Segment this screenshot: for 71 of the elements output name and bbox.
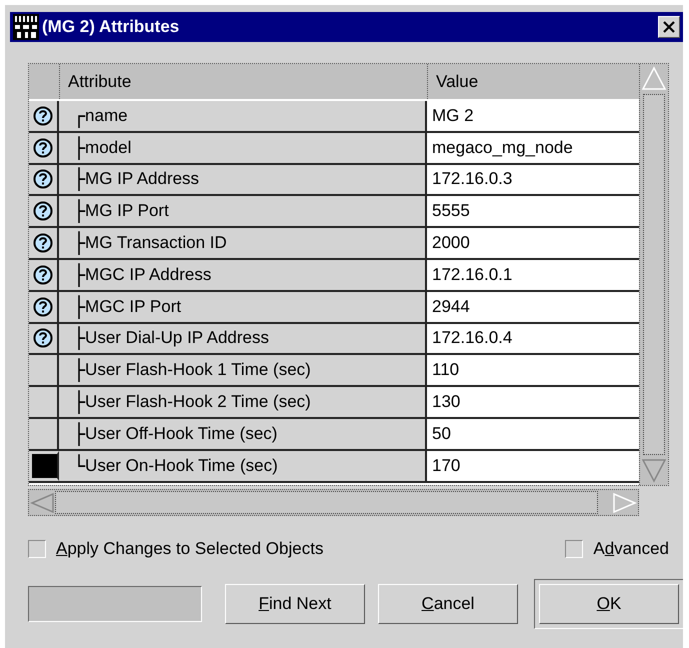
attribute-name: MG IP Port — [85, 201, 169, 220]
vertical-scrollbar[interactable] — [639, 64, 668, 485]
attribute-name: User Flash-Hook 1 Time (sec) — [85, 360, 311, 380]
checkbox[interactable] — [565, 540, 584, 558]
attribute-name: model — [85, 138, 132, 157]
help-icon[interactable] — [33, 233, 53, 254]
attribute-name: name — [85, 106, 128, 125]
tree-connector: ┌ — [73, 106, 86, 126]
help-icon[interactable] — [33, 328, 53, 348]
row-marker[interactable] — [29, 387, 59, 417]
value-cell[interactable]: 50 — [427, 418, 639, 449]
help-icon[interactable] — [33, 201, 53, 222]
tree-connector: ├ — [73, 169, 86, 190]
attribute-name: MG IP Address — [85, 169, 200, 188]
dialog-button[interactable]: OK — [539, 584, 679, 624]
checkbox-label[interactable]: Advanced — [593, 539, 669, 559]
row-marker[interactable] — [29, 228, 59, 258]
tree-connector: ├ — [73, 138, 86, 158]
checkbox[interactable] — [28, 540, 46, 558]
value-cell[interactable]: 172.16.0.4 — [427, 324, 639, 354]
value-cell[interactable]: 110 — [427, 355, 639, 386]
help-icon[interactable] — [33, 296, 53, 317]
tree-connector: ├ — [73, 392, 86, 412]
scroll-thumb[interactable] — [643, 94, 665, 455]
row-marker[interactable] — [29, 355, 59, 386]
row-marker[interactable] — [29, 324, 59, 354]
row-marker[interactable] — [29, 418, 59, 449]
row-marker[interactable] — [29, 292, 59, 322]
tree-connector: ├ — [73, 360, 86, 380]
dialog-button[interactable]: Find Next — [225, 584, 365, 624]
attribute-name: MGC IP Port — [85, 296, 182, 316]
value-cell[interactable]: MG 2 — [427, 101, 639, 131]
row-marker[interactable] — [29, 196, 59, 226]
tree-connector: ├ — [73, 201, 86, 222]
scroll-thumb[interactable] — [55, 491, 598, 514]
tree-connector: └ — [73, 456, 86, 476]
help-icon[interactable] — [33, 138, 53, 158]
attribute-name: User Dial-Up IP Address — [85, 328, 269, 348]
horizontal-scrollbar[interactable] — [28, 489, 639, 516]
help-icon[interactable] — [33, 264, 53, 285]
dialog-button[interactable]: Cancel — [378, 584, 518, 624]
attribute-name: MGC IP Address — [85, 264, 212, 284]
tree-connector: ├ — [73, 264, 86, 285]
value-cell[interactable]: 2000 — [427, 228, 639, 258]
value-cell[interactable]: 172.16.0.3 — [427, 164, 639, 194]
row-marker[interactable] — [29, 164, 59, 194]
tree-connector: ├ — [73, 233, 86, 254]
help-icon[interactable] — [33, 169, 53, 190]
row-marker[interactable] — [29, 260, 59, 290]
value-cell[interactable]: 2944 — [427, 292, 639, 322]
attribute-name: MG Transaction ID — [85, 233, 227, 252]
help-icon[interactable] — [33, 106, 53, 126]
app-icon — [13, 14, 39, 40]
tree-connector: ├ — [73, 424, 86, 444]
window-title: (MG 2) Attributes — [42, 17, 180, 37]
value-cell[interactable]: 170 — [427, 450, 639, 481]
row-marker[interactable] — [29, 132, 59, 163]
close-icon[interactable] — [662, 20, 676, 34]
attribute-name: User Flash-Hook 2 Time (sec) — [85, 392, 311, 412]
value-cell[interactable]: 5555 — [427, 196, 639, 226]
attribute-name: User On-Hook Time (sec) — [85, 456, 278, 476]
checkbox-label[interactable]: Apply Changes to Selected Objects — [56, 539, 324, 559]
close-button[interactable] — [658, 16, 680, 38]
tree-connector: ├ — [73, 328, 86, 348]
tree-connector: ├ — [73, 296, 86, 317]
search-field[interactable] — [28, 586, 202, 622]
value-cell[interactable]: 172.16.0.1 — [427, 260, 639, 290]
attribute-name: User Off-Hook Time (sec) — [85, 424, 278, 443]
value-cell[interactable]: megaco_mg_node — [427, 132, 639, 163]
value-cell[interactable]: 130 — [427, 387, 639, 417]
row-marker[interactable] — [29, 101, 59, 131]
